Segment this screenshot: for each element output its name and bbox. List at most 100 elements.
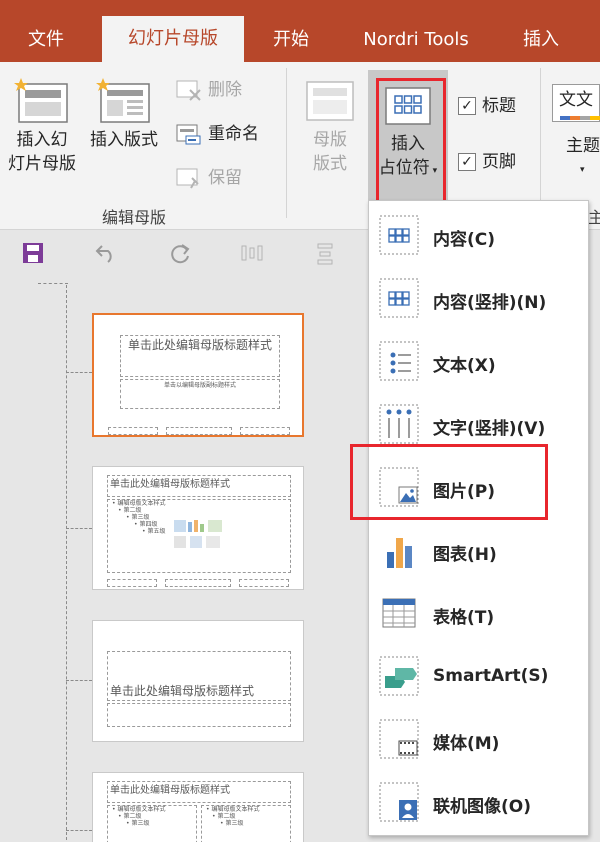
ribbon-separator bbox=[286, 68, 287, 218]
footer-checkbox-label: 页脚 bbox=[482, 152, 516, 172]
slide-tree-branch bbox=[66, 528, 92, 529]
menu-item-content-vertical[interactable]: 内容(竖排)(N) bbox=[369, 268, 588, 330]
title-checkbox-mark[interactable]: ✓ bbox=[458, 97, 476, 115]
text-icon bbox=[379, 341, 419, 381]
title-placeholder: 单击此处编辑母版标题样式 bbox=[107, 781, 291, 803]
insert-content-icons bbox=[174, 520, 222, 548]
menu-item-text[interactable]: 文本(X) bbox=[369, 331, 588, 393]
slide-thumbnail-section-header[interactable]: 单击此处编辑母版标题样式 bbox=[92, 620, 304, 742]
preserve-label: 保留 bbox=[208, 168, 242, 188]
insert-layout-icon bbox=[96, 78, 150, 123]
online-picture-icon bbox=[379, 782, 419, 822]
thumbnail-title: 单击此处编辑母版标题样式 bbox=[127, 338, 272, 352]
preserve-button[interactable]: 保留 bbox=[176, 164, 242, 192]
rename-icon bbox=[176, 124, 201, 145]
body-line: • 第二级 bbox=[212, 813, 236, 820]
tab-nordri-tools[interactable]: Nordri Tools bbox=[346, 0, 486, 62]
menu-item-label: 内容(C) bbox=[433, 230, 496, 250]
content-placeholder-left: • 编辑母版文本样式 • 第二级 • 第三级 bbox=[107, 805, 197, 842]
menu-item-content[interactable]: 内容(C) bbox=[369, 205, 588, 267]
menu-item-smartart[interactable]: SmartArt(S) bbox=[369, 646, 588, 708]
content-vertical-icon bbox=[379, 278, 419, 318]
slide-tree-branch bbox=[66, 830, 92, 831]
master-layout-icon bbox=[306, 81, 354, 121]
tab-slide-master[interactable]: 幻灯片母版 bbox=[102, 16, 244, 62]
insert-layout-button[interactable]: 插入版式 bbox=[84, 76, 164, 152]
theme-preview-text: 文文 bbox=[559, 90, 593, 110]
slide-tree-top bbox=[38, 283, 68, 284]
menu-item-label: 文本(X) bbox=[433, 356, 496, 376]
thumbnail-title: 单击此处编辑母版标题样式 bbox=[110, 479, 230, 490]
title-placeholder: 单击此处编辑母版标题样式 bbox=[107, 475, 291, 497]
insert-slide-master-label-2: 灯片母版 bbox=[8, 154, 76, 174]
table-icon bbox=[382, 598, 416, 628]
slide-tree-branch bbox=[66, 372, 92, 373]
slide-tree-branch bbox=[66, 680, 92, 681]
content-placeholder-right: • 编辑母版文本样式 • 第二级 • 第三级 bbox=[201, 805, 291, 842]
theme-group-label-partial: 主 bbox=[588, 208, 600, 227]
content-placeholder: • 编辑母版文本样式 • 第二级 • 第三级 • 第四级 • 第五级 bbox=[107, 499, 291, 573]
footer-checkbox[interactable]: ✓ 页脚 bbox=[458, 148, 516, 176]
title-placeholder: 单击此处编辑母版标题样式 bbox=[120, 335, 280, 377]
menu-item-online-picture[interactable]: 联机图像(O) bbox=[369, 772, 588, 834]
slide-thumbnail-master[interactable]: 单击此处编辑母版标题样式 单击以编辑母版副标题样式 bbox=[92, 313, 304, 437]
highlight-picture-item bbox=[350, 444, 548, 520]
body-line: • 第二级 bbox=[118, 507, 142, 514]
menu-item-label: 媒体(M) bbox=[433, 734, 500, 754]
insert-slide-master-label-1: 插入幻 bbox=[16, 130, 68, 150]
footer-checkbox-mark[interactable]: ✓ bbox=[458, 153, 476, 171]
subtitle-placeholder: 单击以编辑母版副标题样式 bbox=[120, 379, 280, 409]
themes-label: 主题 bbox=[566, 136, 600, 156]
footer-placeholder bbox=[166, 427, 232, 435]
menu-item-media[interactable]: 媒体(M) bbox=[369, 709, 588, 771]
menu-item-chart[interactable]: 图表(H) bbox=[369, 520, 588, 582]
master-layout-button[interactable]: 母版 版式 bbox=[296, 76, 364, 176]
themes-button[interactable]: 文文 主题 ▾ bbox=[552, 84, 600, 182]
rename-button[interactable]: 重命名 bbox=[176, 120, 259, 148]
redo-icon[interactable] bbox=[168, 242, 192, 266]
rename-label: 重命名 bbox=[208, 124, 259, 144]
body-line: • 编辑母版文本样式 bbox=[112, 806, 166, 813]
thumbnail-subtitle: 单击以编辑母版副标题样式 bbox=[163, 382, 236, 389]
delete-icon bbox=[176, 80, 201, 101]
theme-color-strip bbox=[560, 116, 600, 120]
menu-item-table[interactable]: 表格(T) bbox=[369, 583, 588, 645]
body-line: • 编辑母版文本样式 bbox=[112, 500, 166, 507]
menu-item-label: 图表(H) bbox=[433, 545, 497, 565]
tab-file[interactable]: 文件 bbox=[0, 0, 92, 62]
footer-placeholder bbox=[165, 579, 231, 587]
distribute-horizontal-icon[interactable] bbox=[240, 242, 264, 264]
ribbon-separator bbox=[540, 68, 541, 218]
edit-master-group-label: 编辑母版 bbox=[102, 208, 167, 227]
chart-icon bbox=[387, 538, 412, 568]
menu-item-label: 内容(竖排)(N) bbox=[433, 293, 547, 313]
distribute-vertical-icon[interactable] bbox=[314, 242, 336, 266]
insert-slide-master-icon bbox=[14, 78, 68, 123]
delete-button[interactable]: 删除 bbox=[176, 76, 242, 104]
text-placeholder bbox=[107, 703, 291, 727]
undo-icon[interactable] bbox=[94, 242, 118, 264]
thumbnail-title: 单击此处编辑母版标题样式 bbox=[110, 684, 255, 698]
insert-slide-master-button[interactable]: 插入幻 灯片母版 bbox=[2, 76, 82, 176]
tab-insert[interactable]: 插入 bbox=[506, 0, 576, 62]
ribbon-tab-bar: 文件 幻灯片母版 开始 Nordri Tools 插入 bbox=[0, 0, 600, 62]
menu-item-label: 表格(T) bbox=[433, 608, 495, 628]
body-line: • 第二级 bbox=[118, 813, 142, 820]
date-placeholder bbox=[108, 427, 158, 435]
title-checkbox[interactable]: ✓ 标题 bbox=[458, 92, 516, 120]
slide-thumbnail-layout[interactable]: 单击此处编辑母版标题样式 • 编辑母版文本样式 • 第二级 • 第三级 • 第四… bbox=[92, 466, 304, 590]
menu-item-label: SmartArt(S) bbox=[433, 666, 549, 686]
smartart-icon bbox=[379, 656, 419, 696]
slide-thumbnail-two-content[interactable]: 单击此处编辑母版标题样式 • 编辑母版文本样式 • 第二级 • 第三级 • 编辑… bbox=[92, 772, 304, 842]
media-icon bbox=[379, 719, 419, 759]
body-line: • 编辑母版文本样式 bbox=[206, 806, 260, 813]
highlight-insert-placeholder bbox=[376, 78, 446, 204]
thumbnail-title: 单击此处编辑母版标题样式 bbox=[110, 785, 230, 796]
theme-preview: 文文 bbox=[552, 84, 600, 122]
body-line: • 第三级 bbox=[220, 820, 244, 827]
tab-home[interactable]: 开始 bbox=[256, 0, 326, 62]
master-layout-label-1: 母版 bbox=[313, 130, 347, 150]
insert-layout-label: 插入版式 bbox=[90, 130, 158, 150]
save-icon[interactable] bbox=[22, 242, 44, 264]
slide-number-placeholder bbox=[240, 427, 290, 435]
